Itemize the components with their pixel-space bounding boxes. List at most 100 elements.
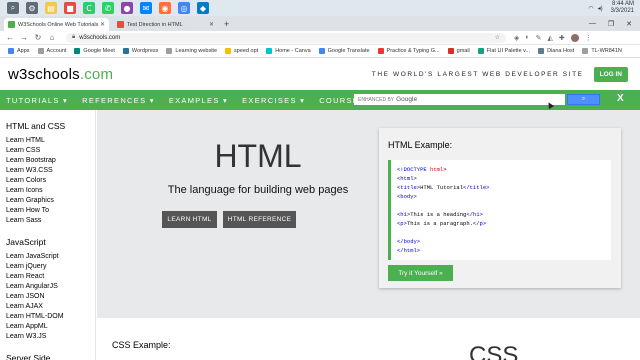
chrome-icon[interactable]: ◎	[178, 2, 190, 14]
code-token: </html>	[397, 247, 421, 254]
main-content: HTML The language for building web pages…	[97, 110, 640, 360]
site-logo[interactable]: w3schools.com	[8, 66, 113, 83]
bookmark-item[interactable]: Account	[37, 48, 67, 54]
close-nav-button[interactable]: X	[617, 93, 624, 104]
html-reference-button[interactable]: HTML REFERENCE	[223, 211, 296, 228]
close-window-icon[interactable]: ✕	[626, 20, 632, 28]
sidebar-link[interactable]: Learn React	[6, 272, 95, 282]
extension-icon[interactable]: ◈	[514, 34, 519, 42]
extension-icon[interactable]: ✎	[536, 34, 542, 42]
bookmark-item[interactable]: Diana Host	[538, 48, 574, 54]
sidebar-link[interactable]: Learn Graphics	[6, 196, 95, 206]
site-tagline: THE WORLD'S LARGEST WEB DEVELOPER SITE	[371, 70, 584, 78]
learn-html-button[interactable]: LEARN HTML	[162, 211, 217, 228]
sidebar-link[interactable]: Learn W3.JS	[6, 332, 95, 342]
bookmark-label: Home - Canva	[275, 48, 311, 54]
bookmark-item[interactable]: Apps	[8, 48, 30, 54]
messenger-icon[interactable]: ✉	[140, 2, 152, 14]
code-line: <html>	[397, 174, 605, 183]
sidebar-link[interactable]: Learn Sass	[6, 216, 95, 226]
clock[interactable]: 8:44 AM 3/3/2021	[611, 1, 634, 15]
app-purple-icon[interactable]: ●	[121, 2, 133, 14]
login-button[interactable]: LOG IN	[593, 66, 628, 82]
volume-icon[interactable]: ◂)	[598, 5, 603, 12]
sidebar-link[interactable]: Learn Icons	[6, 186, 95, 196]
sidebar-link[interactable]: Learn AppML	[6, 322, 95, 332]
browser-tab-w3schools[interactable]: W3Schools Online Web Tutorials ✕	[4, 18, 109, 31]
back-icon[interactable]: ←	[6, 33, 14, 42]
sidebar-section-title: HTML and CSS	[6, 121, 66, 131]
profile-avatar[interactable]	[570, 33, 579, 42]
whatsapp-icon[interactable]: ✆	[102, 2, 114, 14]
sidebar-link[interactable]: Learn HTML-DOM	[6, 312, 95, 322]
new-tab-button[interactable]: +	[224, 19, 229, 29]
bookmark-item[interactable]: Google Translate	[318, 48, 370, 54]
network-icon[interactable]: ◠	[588, 5, 593, 12]
sidebar-link[interactable]: Learn Colors	[6, 176, 95, 186]
maximize-icon[interactable]: ❐	[608, 20, 614, 28]
home-icon[interactable]: ⌂	[48, 33, 56, 42]
firefox-icon[interactable]: ◉	[159, 2, 171, 14]
search-prefix: ENHANCED BY	[358, 96, 395, 103]
bookmark-item[interactable]: Flat UI Palette v...	[477, 48, 530, 54]
close-tab-icon[interactable]: ✕	[100, 21, 105, 28]
bookmark-favicon-icon	[37, 48, 44, 54]
close-tab-icon[interactable]: ✕	[209, 21, 214, 28]
bookmark-favicon-icon	[225, 48, 232, 54]
sidebar-link[interactable]: Learn Bootstrap	[6, 156, 95, 166]
sidebar-link[interactable]: Learn JavaScript	[6, 252, 95, 262]
bookmark-item[interactable]: Home - Canva	[266, 48, 311, 54]
sidebar-link[interactable]: Learn How To	[6, 206, 95, 216]
sidebar-link[interactable]: Learn AJAX	[6, 302, 95, 312]
code-token: <title>	[397, 184, 421, 191]
search-button[interactable]: ⌕	[567, 94, 600, 105]
code-line: <!DOCTYPE html>	[397, 165, 605, 174]
file-explorer-icon[interactable]: ▤	[45, 2, 57, 14]
reload-icon[interactable]: ↻	[34, 33, 42, 42]
menu-icon[interactable]: ⋮	[585, 34, 592, 42]
site-header: w3schools.com THE WORLD'S LARGEST WEB DE…	[0, 58, 640, 90]
bookmark-item[interactable]: Wordpress	[122, 48, 158, 54]
nav-exercises[interactable]: EXERCISES ▾	[242, 96, 305, 105]
app-red-icon[interactable]: ■	[64, 2, 76, 14]
address-bar-row: ← → ↻ ⌂ 🔒︎ w3schools.com ☆ ◈ ◐ ✎ ◭ ✚ ⋮	[0, 31, 640, 45]
code-line: </html>	[397, 246, 605, 255]
settings-icon[interactable]: ⚙	[26, 2, 38, 14]
bookmark-item[interactable]: Google Meet	[74, 48, 115, 54]
code-token: <html>	[397, 175, 417, 182]
vscode-icon[interactable]: ◆	[197, 2, 209, 14]
site-search-input[interactable]: ENHANCED BY Google	[354, 94, 565, 105]
nav-examples[interactable]: EXAMPLES ▾	[169, 96, 228, 105]
extension-icon[interactable]: ◐	[525, 34, 529, 41]
sidebar-section-title: Server Side	[6, 353, 51, 360]
url-field[interactable]: 🔒︎ w3schools.com ☆	[66, 32, 506, 43]
bookmark-label: Account	[46, 48, 67, 54]
sidebar-link[interactable]: Learn AngularJS	[6, 282, 95, 292]
code-token: <body>	[397, 193, 417, 200]
nav-references[interactable]: REFERENCES ▾	[82, 96, 155, 105]
bookmark-item[interactable]: speed opt	[225, 48, 258, 54]
sidebar-link[interactable]: Learn W3.CSS	[6, 166, 95, 176]
nav-tutorials[interactable]: TUTORIALS ▾	[6, 96, 68, 105]
sidebar-link[interactable]: Learn HTML	[6, 136, 95, 146]
minimize-icon[interactable]: —	[589, 20, 596, 28]
code-token: </title>	[463, 184, 490, 191]
browser-tab-text-direction[interactable]: Test Direction in HTML ✕	[113, 18, 218, 31]
search-icon[interactable]: ⌕	[7, 2, 19, 14]
try-it-yourself-button[interactable]: Try it Yourself »	[388, 265, 453, 281]
forward-icon[interactable]: →	[20, 33, 28, 42]
app-green-icon[interactable]: C	[83, 2, 95, 14]
bookmark-item[interactable]: Learning website	[166, 48, 217, 54]
sidebar-link[interactable]: Learn jQuery	[6, 262, 95, 272]
puzzle-icon[interactable]: ✚	[559, 34, 565, 42]
bookmark-label: Google Translate	[327, 48, 370, 54]
star-icon[interactable]: ☆	[495, 34, 500, 41]
bookmark-item[interactable]: Practice & Typing G...	[377, 48, 440, 54]
bookmark-item[interactable]: gmail	[447, 48, 470, 54]
sidebar-link[interactable]: Learn CSS	[6, 146, 95, 156]
extension-icon[interactable]: ◭	[548, 34, 553, 42]
code-token: <p>	[397, 220, 407, 227]
bookmark-item[interactable]: TL-WR841N	[582, 48, 622, 54]
sidebar-link[interactable]: Learn JSON	[6, 292, 95, 302]
